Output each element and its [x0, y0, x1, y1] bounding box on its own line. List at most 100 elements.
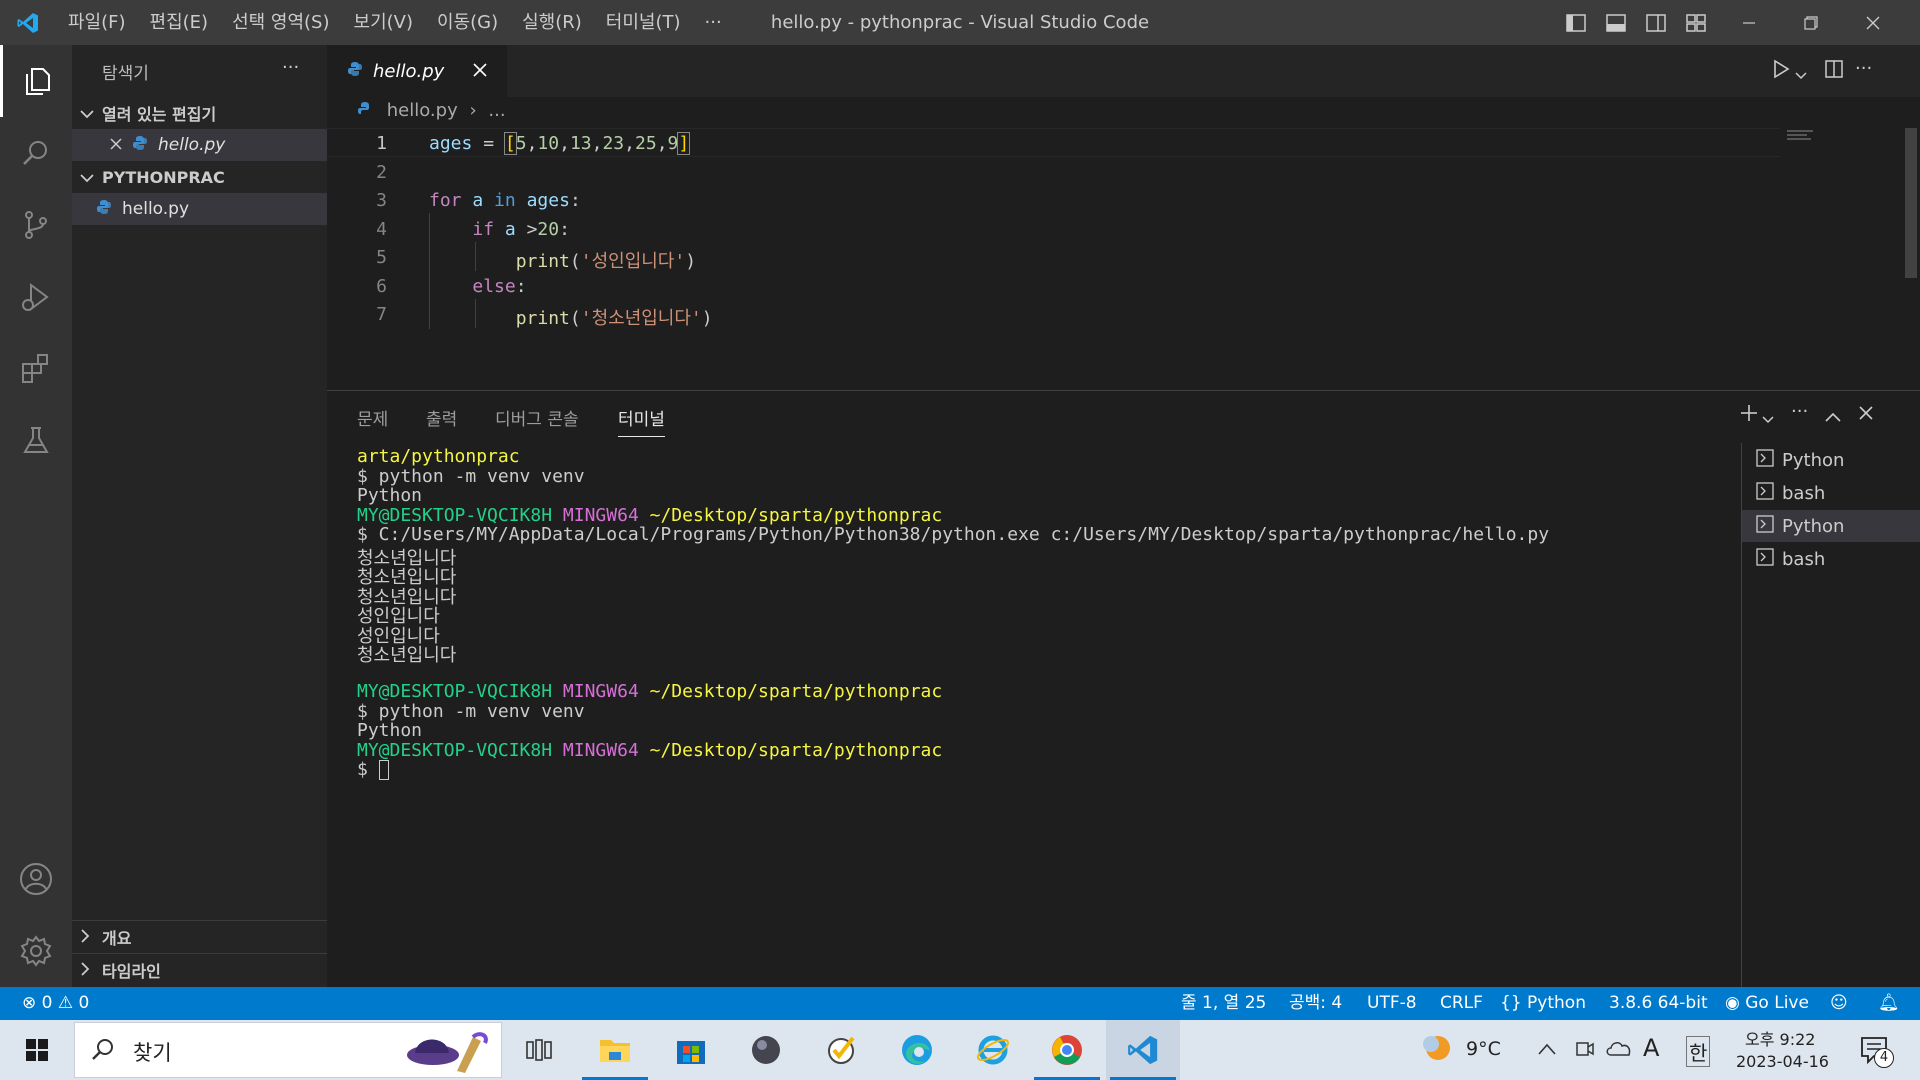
python-interpreter[interactable]: 3.8.6 64-bit	[1609, 987, 1708, 1020]
clock-time[interactable]: 오후 9:22	[1745, 1026, 1815, 1050]
vscode-taskbar-icon[interactable]	[1106, 1020, 1180, 1080]
restore-icon[interactable]	[1780, 0, 1842, 45]
close-tab-icon[interactable]	[473, 62, 495, 81]
app-sphere-icon[interactable]	[729, 1020, 803, 1080]
source-control-icon[interactable]	[0, 189, 72, 261]
weather-icon[interactable]	[1418, 1030, 1454, 1070]
toggle-secondary-sidebar-icon[interactable]	[1636, 0, 1676, 45]
close-panel-icon[interactable]	[1859, 405, 1873, 424]
onedrive-cloud-icon[interactable]	[1606, 1038, 1632, 1062]
toggle-sidebar-icon[interactable]	[1556, 0, 1596, 45]
terminal-icon	[1756, 514, 1782, 538]
menu-terminal[interactable]: 터미널(T)	[594, 0, 693, 45]
breadcrumb-file[interactable]: hello.py	[387, 100, 458, 121]
open-editor-item[interactable]: hello.py	[72, 129, 327, 161]
menu-go[interactable]: 이동(G)	[425, 0, 510, 45]
extensions-icon[interactable]	[0, 333, 72, 405]
menu-edit[interactable]: 편집(E)	[138, 0, 221, 45]
notifications-bell-icon[interactable]: 🔔︎	[1878, 987, 1900, 1020]
taskbar-search-box[interactable]: 찾기	[74, 1022, 502, 1078]
chevron-up-icon[interactable]	[1538, 1040, 1556, 1059]
account-icon[interactable]	[0, 843, 72, 915]
tab-problems[interactable]: 문제	[357, 405, 388, 430]
tab-terminal[interactable]: 터미널	[618, 405, 665, 437]
code-editor[interactable]: 1 2 3 4 5 6 7 ages = [5,10,13,23,25,9] f…	[327, 128, 1920, 388]
menu-selection[interactable]: 선택 영역(S)	[220, 0, 341, 45]
maximize-panel-icon[interactable]	[1825, 407, 1841, 426]
search-icon[interactable]	[0, 117, 72, 189]
terminal-instance[interactable]: Python	[1742, 444, 1920, 476]
microsoft-store-icon[interactable]	[654, 1020, 728, 1080]
editor-tab-bar: hello.py ···	[327, 45, 1920, 97]
outline-section[interactable]: 개요	[72, 921, 327, 953]
timeline-section[interactable]: 타임라인	[72, 954, 327, 986]
terminal-prompt-line: MY@DESKTOP-VQCIK8H MINGW64 ~/Desktop/spa…	[357, 681, 943, 702]
cursor-position[interactable]: 줄 1, 열 25	[1181, 987, 1266, 1020]
minimap[interactable]	[1787, 128, 1817, 140]
problems-status[interactable]: ⊗ 0 ⚠ 0	[22, 987, 89, 1020]
editor-more-icon[interactable]: ···	[1855, 58, 1872, 79]
language-indicator[interactable]: 한	[1686, 1036, 1711, 1067]
close-window-icon[interactable]	[1842, 0, 1904, 45]
terminal-line: Python	[357, 485, 423, 506]
chevron-down-icon[interactable]	[1762, 409, 1774, 428]
search-highlight-icon	[395, 1027, 495, 1079]
settings-gear-icon[interactable]	[0, 915, 72, 987]
terminal-input-line[interactable]: $	[357, 759, 389, 780]
meet-now-icon[interactable]	[1574, 1038, 1594, 1064]
file-name: hello.py	[122, 199, 190, 219]
customize-layout-icon[interactable]	[1676, 0, 1716, 45]
new-terminal-icon[interactable]	[1739, 403, 1759, 427]
split-editor-icon[interactable]	[1824, 59, 1844, 83]
language-mode[interactable]: {} Python	[1500, 987, 1586, 1020]
chrome-browser-icon[interactable]	[1030, 1020, 1104, 1080]
warning-icon: ⚠	[57, 993, 74, 1013]
tab-output[interactable]: 출력	[426, 405, 457, 430]
run-debug-icon[interactable]	[0, 261, 72, 333]
indentation[interactable]: 공백: 4	[1289, 987, 1342, 1020]
explorer-sidebar: 탐색기 ··· 열려 있는 편집기 hello.py PYTHONPRAC he…	[72, 45, 327, 987]
folder-section-pythonprac[interactable]: PYTHONPRAC	[72, 161, 327, 193]
encoding[interactable]: UTF-8	[1367, 987, 1417, 1020]
file-item-hello-py[interactable]: hello.py	[72, 193, 327, 225]
edge-browser-icon[interactable]	[880, 1020, 954, 1080]
panel-more-icon[interactable]: ···	[1791, 401, 1808, 422]
windows-start-icon[interactable]	[0, 1020, 74, 1080]
clock-date[interactable]: 2023-04-16	[1736, 1052, 1829, 1071]
explorer-more-button[interactable]: ···	[282, 57, 299, 78]
run-python-icon[interactable]	[1771, 59, 1791, 83]
editor-scrollbar[interactable]	[1905, 128, 1919, 388]
task-view-icon[interactable]	[502, 1020, 576, 1080]
terminal-list: Python bash Python bash	[1741, 443, 1920, 988]
toggle-panel-icon[interactable]	[1596, 0, 1636, 45]
terminal-instance-active[interactable]: Python	[1742, 510, 1920, 542]
breadcrumb-symbol[interactable]: ...	[488, 100, 505, 121]
testing-icon[interactable]	[0, 405, 72, 477]
feedback-icon[interactable]: ☺	[1830, 987, 1848, 1020]
close-icon[interactable]	[110, 135, 132, 155]
python-file-icon	[347, 61, 373, 81]
menu-more[interactable]: ···	[693, 0, 734, 45]
weather-temp[interactable]: 9°C	[1466, 1038, 1501, 1060]
editor-tab-hello-py[interactable]: hello.py	[327, 45, 507, 97]
terminal-icon	[1756, 481, 1782, 505]
terminal-instance[interactable]: bash	[1742, 477, 1920, 509]
open-editors-section[interactable]: 열려 있는 편집기	[72, 97, 327, 129]
menu-file[interactable]: 파일(F)	[56, 0, 138, 45]
menu-view[interactable]: 보기(V)	[342, 0, 425, 45]
terminal-instance[interactable]: bash	[1742, 543, 1920, 575]
tasks-check-icon[interactable]	[804, 1020, 878, 1080]
action-center-icon[interactable]: 4	[1860, 1036, 1894, 1068]
chevron-down-icon[interactable]	[1795, 65, 1807, 84]
internet-explorer-icon[interactable]	[956, 1020, 1030, 1080]
ime-mode-indicator[interactable]: A	[1643, 1034, 1659, 1062]
end-of-line[interactable]: CRLF	[1440, 987, 1483, 1020]
go-live-button[interactable]: ◉ Go Live	[1725, 987, 1809, 1020]
menu-run[interactable]: 실행(R)	[510, 0, 594, 45]
explorer-icon[interactable]	[0, 45, 72, 117]
tab-debug-console[interactable]: 디버그 콘솔	[495, 405, 579, 430]
terminal-prompt-line: MY@DESKTOP-VQCIK8H MINGW64 ~/Desktop/spa…	[357, 505, 943, 526]
terminal-icon	[1756, 448, 1782, 472]
file-explorer-icon[interactable]	[578, 1020, 652, 1080]
minimize-icon[interactable]	[1718, 0, 1780, 45]
